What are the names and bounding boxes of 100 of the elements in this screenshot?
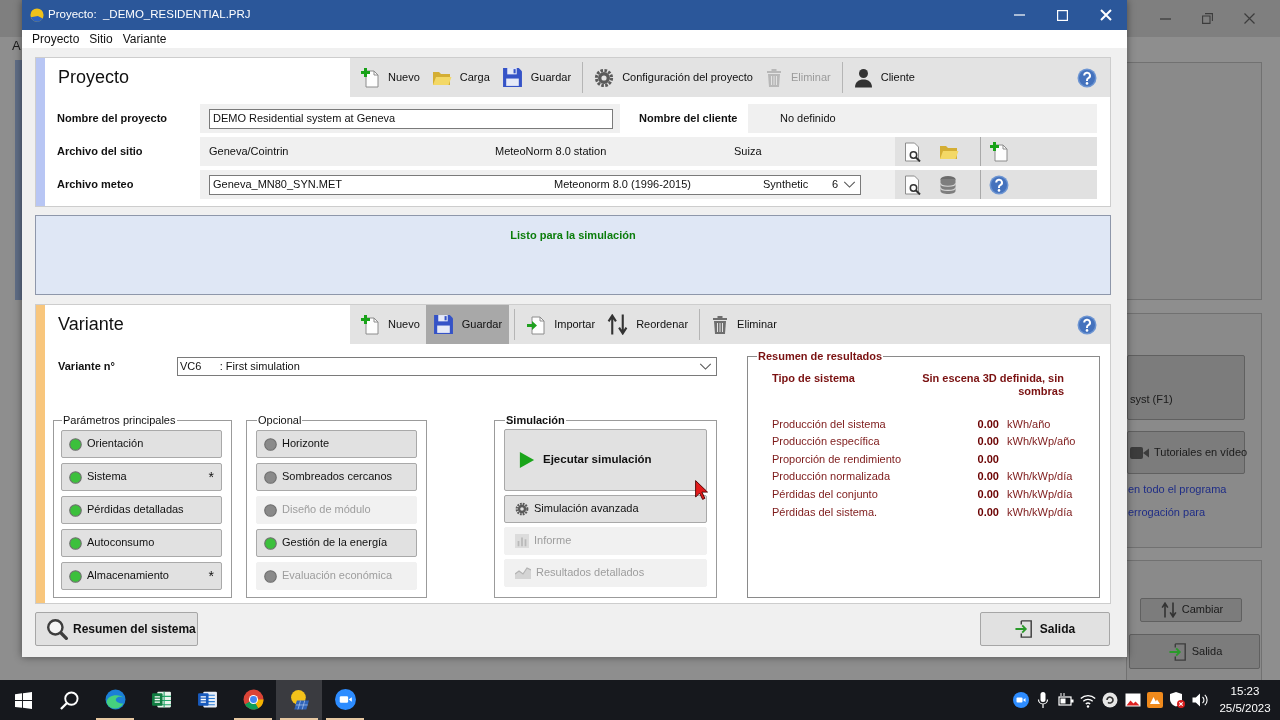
system-summary-button[interactable]: Resumen del sistema <box>35 612 198 646</box>
run-simulation-button[interactable]: Ejecutar simulación <box>504 429 707 491</box>
save-button[interactable]: Guardar <box>425 305 510 344</box>
parameter-button[interactable]: Pérdidas detalladas <box>61 496 222 524</box>
result-value: 0.00 <box>977 452 999 466</box>
save-button[interactable]: Guardar <box>495 58 578 97</box>
panel-button[interactable]: syst (F1) <box>1127 355 1245 420</box>
battery-icon[interactable] <box>1057 692 1074 708</box>
clock-time[interactable]: 15:23 <box>1230 683 1260 700</box>
project-name-field[interactable]: DEMO Residential system at Geneva <box>209 108 613 129</box>
search-document-icon[interactable] <box>903 174 922 195</box>
panel-button[interactable]: Cambiar <box>1140 598 1242 622</box>
result-unit: kWh/kWp/día <box>1007 470 1073 484</box>
result-value: 0.00 <box>977 487 999 502</box>
trash-icon <box>765 67 783 88</box>
result-label: Producción del sistema <box>772 417 886 431</box>
help-icon[interactable] <box>989 174 1009 195</box>
four-panes-icon[interactable] <box>14 691 32 709</box>
search-icon[interactable] <box>59 690 79 710</box>
parameter-button[interactable]: Sombreados cercanos <box>256 463 417 491</box>
text-link[interactable]: en todo el programa <box>1128 483 1227 497</box>
result-label: Pérdidas del conjunto <box>772 487 878 502</box>
person-icon <box>853 67 873 88</box>
exit-door-icon <box>1014 620 1033 638</box>
minimize-icon <box>1014 14 1025 16</box>
group-title: Opcional <box>257 414 303 427</box>
sun-sphere-icon <box>30 8 44 22</box>
picture-icon[interactable] <box>1124 692 1141 708</box>
database-icon[interactable] <box>938 174 958 195</box>
result-label: Proporción de rendimiento <box>772 452 902 466</box>
video-camera-icon[interactable] <box>1012 692 1029 708</box>
new-document-icon[interactable] <box>989 141 1009 162</box>
panel-title: Variante <box>58 313 124 336</box>
parameter-button[interactable]: Autoconsumo <box>61 529 222 557</box>
data-source-text: MeteoNorm 8.0 station <box>495 144 607 159</box>
data-source-text: Meteonorm 8.0 (1996-2015) <box>554 177 691 192</box>
menu-item[interactable]: Sitio <box>89 31 113 47</box>
import-document-icon <box>526 314 547 335</box>
data-type-text: Synthetic <box>763 177 809 192</box>
exit-door-icon <box>1168 642 1187 661</box>
wifi-icon[interactable] <box>1079 692 1096 708</box>
parameter-button[interactable]: Sistema * <box>61 463 222 491</box>
up-down-arrows-icon <box>1160 602 1177 618</box>
trash-icon <box>711 314 730 335</box>
import-button[interactable]: Importar <box>520 305 602 344</box>
exit-button[interactable]: Salida <box>1129 634 1260 669</box>
result-unit: kWh/kWp/día <box>1007 505 1073 519</box>
help-icon[interactable] <box>1077 314 1097 335</box>
open-button[interactable]: Carga <box>425 58 496 97</box>
file-name-text: Geneva_MN80_SYN.MET <box>213 177 342 192</box>
panel-button[interactable]: Tutoriales en vídeo <box>1127 431 1245 474</box>
country-text: Suiza <box>734 144 762 159</box>
exit-button[interactable]: Salida <box>980 612 1110 646</box>
client-button[interactable]: Cliente <box>847 58 921 97</box>
parameter-button[interactable]: Gestión de la energía <box>256 529 417 557</box>
menu-item[interactable]: Variante <box>122 31 167 47</box>
refresh-icon[interactable] <box>1102 692 1119 708</box>
bar-chart-icon <box>515 534 529 548</box>
meteo-file-dropdown[interactable]: Geneva_MN80_SYN.MET Meteonorm 8.0 (1996-2015) Synthetic 6 <box>209 174 861 195</box>
panel-title: Proyecto <box>58 66 130 89</box>
menu-item[interactable]: Proyecto <box>32 31 80 47</box>
result-unit: kWh/kWp/año <box>1007 435 1076 449</box>
restore-icon[interactable] <box>1202 13 1213 24</box>
parameter-button[interactable]: Horizonte <box>256 430 417 458</box>
line-chart-icon <box>515 567 531 579</box>
variant-dropdown[interactable]: VC6 : First simulation <box>177 357 717 376</box>
field-label: Archivo meteo <box>57 177 134 192</box>
spreadsheet-icon <box>150 689 172 710</box>
truncated-text: 6 <box>832 177 839 192</box>
search-document-icon[interactable] <box>903 141 922 162</box>
new-document-icon <box>360 67 380 88</box>
new-button[interactable]: Nuevo <box>354 305 426 344</box>
gear-icon <box>515 502 529 516</box>
delete-button[interactable]: Eliminar <box>705 305 783 344</box>
simulation-button[interactable]: Simulación avanzada <box>504 495 707 523</box>
result-unit: kWh/kWp/día <box>1007 487 1073 502</box>
close-icon[interactable] <box>1244 13 1255 24</box>
parameter-button[interactable]: Almacenamiento * <box>61 562 222 590</box>
new-document-icon <box>360 314 380 335</box>
client-name-text: No definido <box>780 111 836 126</box>
new-button[interactable]: Nuevo <box>354 58 426 97</box>
video-camera-icon <box>1130 444 1149 461</box>
result-value: 0.00 <box>977 505 999 519</box>
shield-icon[interactable] <box>1169 692 1186 708</box>
menu-item[interactable]: A <box>12 37 21 54</box>
text-link[interactable]: errogación para <box>1128 506 1206 520</box>
help-icon[interactable] <box>1077 67 1097 88</box>
taskbar-app-button[interactable] <box>276 680 322 720</box>
close-icon <box>1099 9 1112 21</box>
status-message: Listo para la simulación <box>510 229 636 243</box>
swirl-icon <box>104 689 126 710</box>
chevron-down-icon[interactable] <box>843 181 856 188</box>
clock-date[interactable]: 25/5/2023 <box>1219 700 1271 717</box>
parameter-button[interactable]: Orientación <box>61 430 222 458</box>
speaker-icon[interactable] <box>1191 692 1208 708</box>
tile-icon[interactable] <box>1147 692 1164 708</box>
reorder-button[interactable]: Reordenar <box>601 305 695 344</box>
group-title: Parámetros principales <box>62 414 177 427</box>
settings-button[interactable]: Configuración del proyecto <box>588 58 759 97</box>
sun-panel-icon <box>288 689 310 710</box>
